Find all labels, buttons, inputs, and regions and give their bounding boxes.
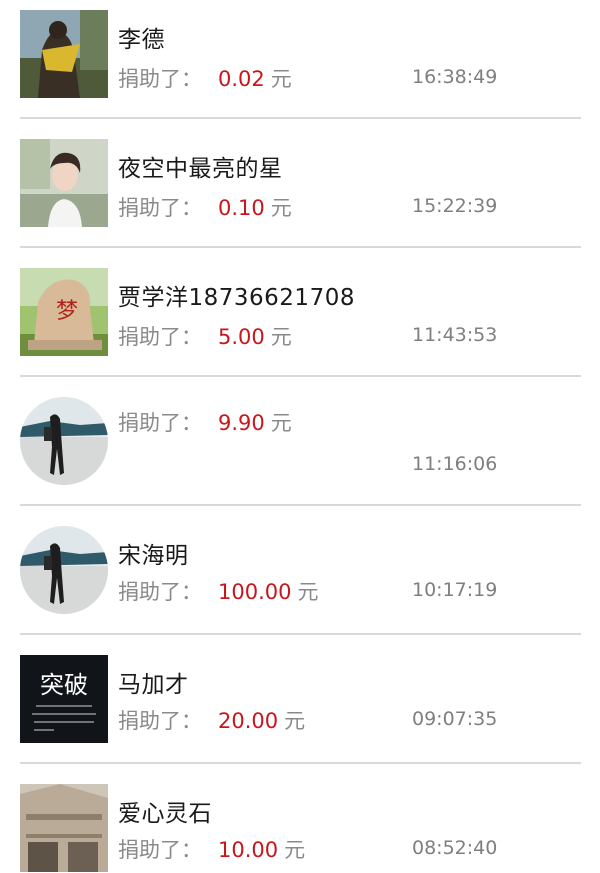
donation-row[interactable]: 梦 贾学洋18736621708 捐助了： 5.00 元 11:43:53 — [0, 258, 600, 386]
donor-name: 夜空中最亮的星 — [118, 156, 283, 182]
donation-line: 捐助了： 100.00 元 — [118, 576, 318, 606]
row-divider — [20, 246, 581, 248]
row-divider — [20, 375, 581, 377]
donation-amount: 9.90 — [218, 411, 265, 435]
donation-time: 11:16:06 — [412, 453, 498, 475]
breakthrough-text-icon: 突破 — [20, 655, 108, 743]
donation-amount: 5.00 — [218, 325, 265, 349]
avatar[interactable] — [20, 10, 108, 98]
building-photo-icon — [20, 784, 108, 872]
donation-time: 08:52:40 — [412, 837, 498, 859]
currency-unit: 元 — [270, 67, 292, 91]
donor-name: 爱心灵石 — [118, 801, 212, 827]
donation-row[interactable]: 宋海明 捐助了： 100.00 元 10:17:19 — [0, 516, 600, 644]
currency-unit: 元 — [270, 411, 292, 435]
donation-line: 捐助了： 9.90 元 — [118, 407, 292, 437]
donor-name: 贾学洋18736621708 — [118, 285, 355, 311]
donation-label: 捐助了： — [118, 580, 202, 604]
avatar[interactable] — [20, 784, 108, 872]
donation-amount: 20.00 — [218, 709, 279, 733]
avatar[interactable]: 梦 — [20, 268, 108, 356]
donation-amount: 0.10 — [218, 196, 265, 220]
donation-time: 16:38:49 — [412, 66, 498, 88]
dream-glyph: 梦 — [56, 299, 78, 324]
donor-name: 宋海明 — [118, 543, 189, 569]
avatar[interactable] — [20, 139, 108, 227]
donation-row[interactable]: 突破 马加才 捐助了： 20.00 元 09:07:35 — [0, 645, 600, 773]
avatar[interactable] — [20, 397, 108, 485]
donation-label: 捐助了： — [118, 709, 202, 733]
row-divider — [20, 633, 581, 635]
donation-row[interactable]: 爱心灵石 捐助了： 10.00 元 08:52:40 — [0, 774, 600, 873]
walking-man-icon — [20, 526, 108, 614]
donation-line: 捐助了： 20.00 元 — [118, 705, 305, 735]
donation-list: 李德 捐助了： 0.02 元 16:38:49 夜空中最亮的星 捐助了： 0.10 元 … — [0, 0, 600, 873]
donation-time: 15:22:39 — [412, 195, 498, 217]
row-divider — [20, 762, 581, 764]
dream-stone-icon: 梦 — [20, 268, 108, 356]
donation-row[interactable]: 捐助了： 9.90 元 11:16:06 — [0, 387, 600, 515]
donation-line: 捐助了： 5.00 元 — [118, 321, 292, 351]
donation-amount: 100.00 — [218, 580, 292, 604]
avatar[interactable]: 突破 — [20, 655, 108, 743]
currency-unit: 元 — [270, 325, 292, 349]
currency-unit: 元 — [284, 709, 306, 733]
donation-line: 捐助了： 0.02 元 — [118, 63, 292, 93]
donation-amount: 10.00 — [218, 838, 279, 862]
row-divider — [20, 504, 581, 506]
donation-label: 捐助了： — [118, 838, 202, 862]
walking-man-icon — [20, 397, 108, 485]
donation-row[interactable]: 夜空中最亮的星 捐助了： 0.10 元 15:22:39 — [0, 129, 600, 257]
currency-unit: 元 — [270, 196, 292, 220]
donation-time: 11:43:53 — [412, 324, 498, 346]
donation-label: 捐助了： — [118, 411, 202, 435]
donation-line: 捐助了： 0.10 元 — [118, 192, 292, 222]
statue-photo-icon — [20, 10, 108, 98]
avatar[interactable] — [20, 526, 108, 614]
donation-time: 09:07:35 — [412, 708, 498, 730]
currency-unit: 元 — [297, 580, 319, 604]
donation-time: 10:17:19 — [412, 579, 498, 601]
donation-label: 捐助了： — [118, 67, 202, 91]
young-man-portrait-icon — [20, 139, 108, 227]
donation-label: 捐助了： — [118, 196, 202, 220]
currency-unit: 元 — [284, 838, 306, 862]
breakthrough-text: 突破 — [40, 671, 88, 699]
donor-name: 马加才 — [118, 672, 189, 698]
donor-name: 李德 — [118, 27, 165, 53]
donation-amount: 0.02 — [218, 67, 265, 91]
donation-line: 捐助了： 10.00 元 — [118, 834, 305, 864]
row-divider — [20, 117, 581, 119]
donation-label: 捐助了： — [118, 325, 202, 349]
donation-row[interactable]: 李德 捐助了： 0.02 元 16:38:49 — [0, 0, 600, 128]
